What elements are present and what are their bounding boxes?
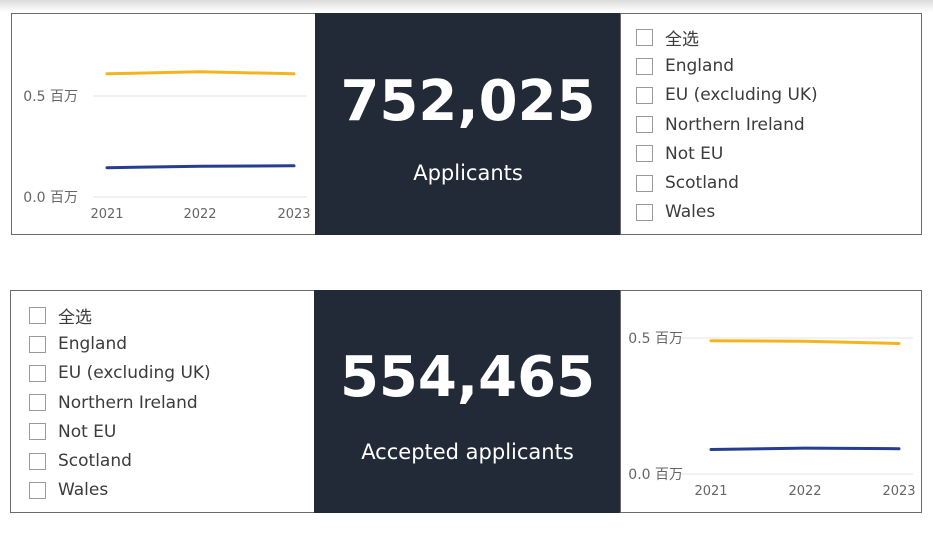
slicer-item-label: 全选 — [58, 307, 92, 328]
slicer-item[interactable]: England — [636, 55, 734, 77]
checkbox[interactable] — [636, 203, 653, 221]
accepted-line-chart: 0.0 百万 0.5 百万 2021 2022 2023 — [628, 331, 915, 499]
applicants-value: 752,025 — [340, 69, 596, 134]
slicer-item-label: Scotland — [58, 451, 132, 471]
region-slicer-top: 全选 England EU (excluding UK) Northern Irela… — [636, 26, 916, 232]
slicer-item[interactable]: Scotland — [29, 450, 132, 472]
checkbox[interactable] — [636, 86, 653, 104]
series-line-a[interactable] — [709, 339, 901, 345]
slicer-item-label: Not EU — [58, 421, 117, 442]
x-tick-label: 2023 — [277, 207, 310, 222]
slicer-item[interactable]: EU (excluding UK) — [29, 362, 211, 384]
accepted-label: Accepted applicants — [361, 440, 574, 464]
top-strip — [0, 0, 933, 12]
applicants-kpi-card: 752,025 Applicants — [315, 13, 621, 235]
accepted-kpi-card: 554,465 Accepted applicants — [314, 290, 621, 513]
applicants-chart-panel: 0.0 百万 0.5 百万 2021 2022 2023 — [11, 13, 316, 235]
checkbox[interactable] — [29, 306, 46, 324]
y-tick-label: 0.5 百万 — [23, 89, 78, 105]
y-tick-label: 0.0 百万 — [23, 190, 78, 206]
x-tick-label: 2022 — [183, 207, 216, 222]
region-slicer-panel-bottom: 全选 England EU (excluding UK) Northern Irela… — [10, 290, 316, 513]
slicer-item-label: Scotland — [665, 173, 739, 193]
slicer-item[interactable]: Not EU — [636, 143, 723, 165]
slicer-item-label: EU (excluding UK) — [665, 85, 818, 106]
slicer-item[interactable]: England — [29, 333, 127, 355]
slicer-item-label: Northern Ireland — [58, 392, 198, 413]
slicer-item[interactable]: EU (excluding UK) — [636, 84, 818, 106]
x-tick-label: 2023 — [882, 484, 915, 499]
slicer-item-label: Not EU — [665, 143, 724, 164]
checkbox[interactable] — [29, 423, 46, 441]
series-line-a[interactable] — [105, 70, 296, 76]
checkbox[interactable] — [29, 394, 46, 412]
slicer-item-label: Northern Ireland — [665, 114, 805, 135]
checkbox[interactable] — [29, 452, 46, 470]
x-tick-label: 2021 — [90, 207, 123, 222]
applicants-label: Applicants — [413, 161, 523, 185]
checkbox[interactable] — [29, 364, 46, 382]
series-line-b[interactable] — [709, 446, 901, 452]
slicer-item-label: England — [665, 56, 735, 77]
y-tick-label: 0.5 百万 — [628, 331, 683, 347]
checkbox[interactable] — [636, 116, 653, 134]
slicer-item[interactable]: Wales — [29, 479, 108, 501]
y-tick-label: 0.0 百万 — [628, 467, 683, 483]
checkbox[interactable] — [29, 335, 46, 353]
slicer-item-label: Wales — [58, 480, 109, 501]
slicer-item-label: EU (excluding UK) — [58, 363, 211, 384]
x-tick-label: 2022 — [788, 484, 821, 499]
slicer-item[interactable]: 全选 — [636, 26, 699, 50]
slicer-item[interactable]: Northern Ireland — [636, 114, 805, 136]
checkbox[interactable] — [29, 481, 46, 499]
slicer-item[interactable]: Wales — [636, 201, 715, 223]
slicer-item[interactable]: Not EU — [29, 421, 116, 443]
applicants-line-chart: 0.0 百万 0.5 百万 2021 2022 2023 — [23, 70, 311, 222]
slicer-item-label: 全选 — [665, 29, 699, 50]
checkbox[interactable] — [636, 28, 653, 46]
slicer-item[interactable]: Scotland — [636, 172, 739, 194]
region-slicer-bottom: 全选 England EU (excluding UK) Northern Irela… — [29, 304, 309, 510]
checkbox[interactable] — [636, 145, 653, 163]
slicer-item[interactable]: 全选 — [29, 304, 92, 328]
slicer-item[interactable]: Northern Ireland — [29, 392, 198, 414]
accepted-chart-panel: 0.0 百万 0.5 百万 2021 2022 2023 — [620, 290, 922, 513]
x-tick-label: 2021 — [694, 484, 727, 499]
checkbox[interactable] — [636, 57, 653, 75]
accepted-value: 554,465 — [339, 345, 596, 410]
series-line-b[interactable] — [105, 164, 296, 170]
slicer-item-label: England — [58, 334, 128, 355]
checkbox[interactable] — [636, 174, 653, 192]
slicer-item-label: Wales — [665, 202, 716, 223]
region-slicer-panel-top: 全选 England EU (excluding UK) Northern Irela… — [620, 13, 922, 235]
